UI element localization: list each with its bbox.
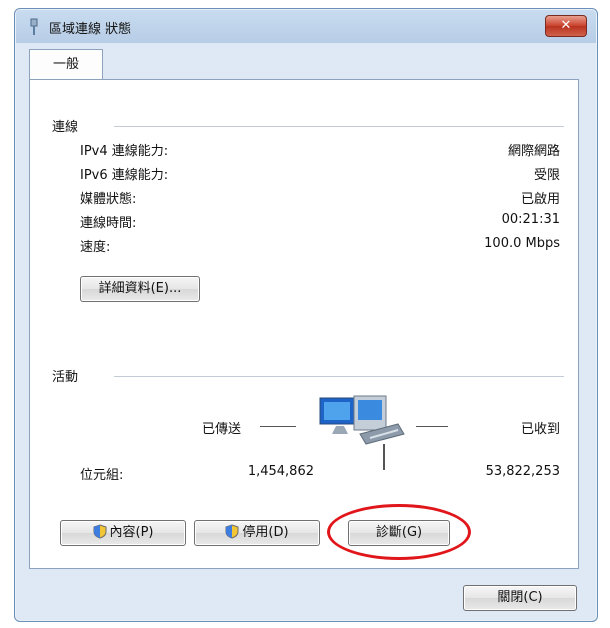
ipv6-label: IPv6 連線能力: xyxy=(80,168,169,183)
ipv4-value: 網際網路 xyxy=(507,144,560,159)
close-icon: ✕ xyxy=(560,18,572,33)
tab-general[interactable]: 一般 xyxy=(29,49,103,80)
media-state-label: 媒體狀態: xyxy=(80,192,137,207)
duration-value: 00:21:31 xyxy=(501,212,560,227)
close-button[interactable]: 關閉(C) xyxy=(463,585,577,611)
title-bar[interactable]: 區域連線 狀態 ✕ xyxy=(15,9,597,43)
bytes-label: 位元組: xyxy=(80,468,124,483)
disable-button[interactable]: 停用(D) xyxy=(194,520,320,546)
bytes-received-value: 53,822,253 xyxy=(485,464,560,479)
activity-section-label: 活動 xyxy=(52,370,79,385)
shield-icon xyxy=(93,524,106,539)
speed-label: 速度: xyxy=(80,240,111,255)
ipv4-label: IPv4 連線能力: xyxy=(80,144,169,159)
shield-icon xyxy=(225,524,239,539)
received-label: 已收到 xyxy=(520,422,560,437)
status-dialog: 區域連線 狀態 ✕ 一般 連線 IPv4 連線能力: 網際網路 IPv6 連線能… xyxy=(14,8,598,622)
received-line xyxy=(416,426,448,427)
sent-line xyxy=(260,426,296,427)
close-window-button[interactable]: ✕ xyxy=(545,15,587,37)
activity-divider xyxy=(114,376,564,377)
connection-divider xyxy=(114,126,564,127)
disable-label: 停用(D) xyxy=(242,525,289,540)
properties-button[interactable]: 內容(P) xyxy=(60,520,186,546)
speed-value: 100.0 Mbps xyxy=(484,236,560,251)
details-button[interactable]: 詳細資料(E)... xyxy=(80,276,200,302)
window-title: 區域連線 狀態 xyxy=(49,22,132,37)
ipv6-value: 受限 xyxy=(533,168,560,183)
highlight-ring xyxy=(327,504,471,560)
properties-label: 內容(P) xyxy=(109,525,154,540)
bytes-sent-value: 1,454,862 xyxy=(247,464,314,479)
connection-section-label: 連線 xyxy=(52,120,79,135)
tab-panel-general: 連線 IPv4 連線能力: 網際網路 IPv6 連線能力: 受限 媒體狀態: 已… xyxy=(29,79,579,569)
network-adapter-icon xyxy=(30,18,38,35)
media-state-value: 已啟用 xyxy=(520,192,560,207)
duration-label: 連線時間: xyxy=(80,216,137,231)
sent-label: 已傳送 xyxy=(202,422,242,437)
network-computers-icon xyxy=(319,395,405,470)
